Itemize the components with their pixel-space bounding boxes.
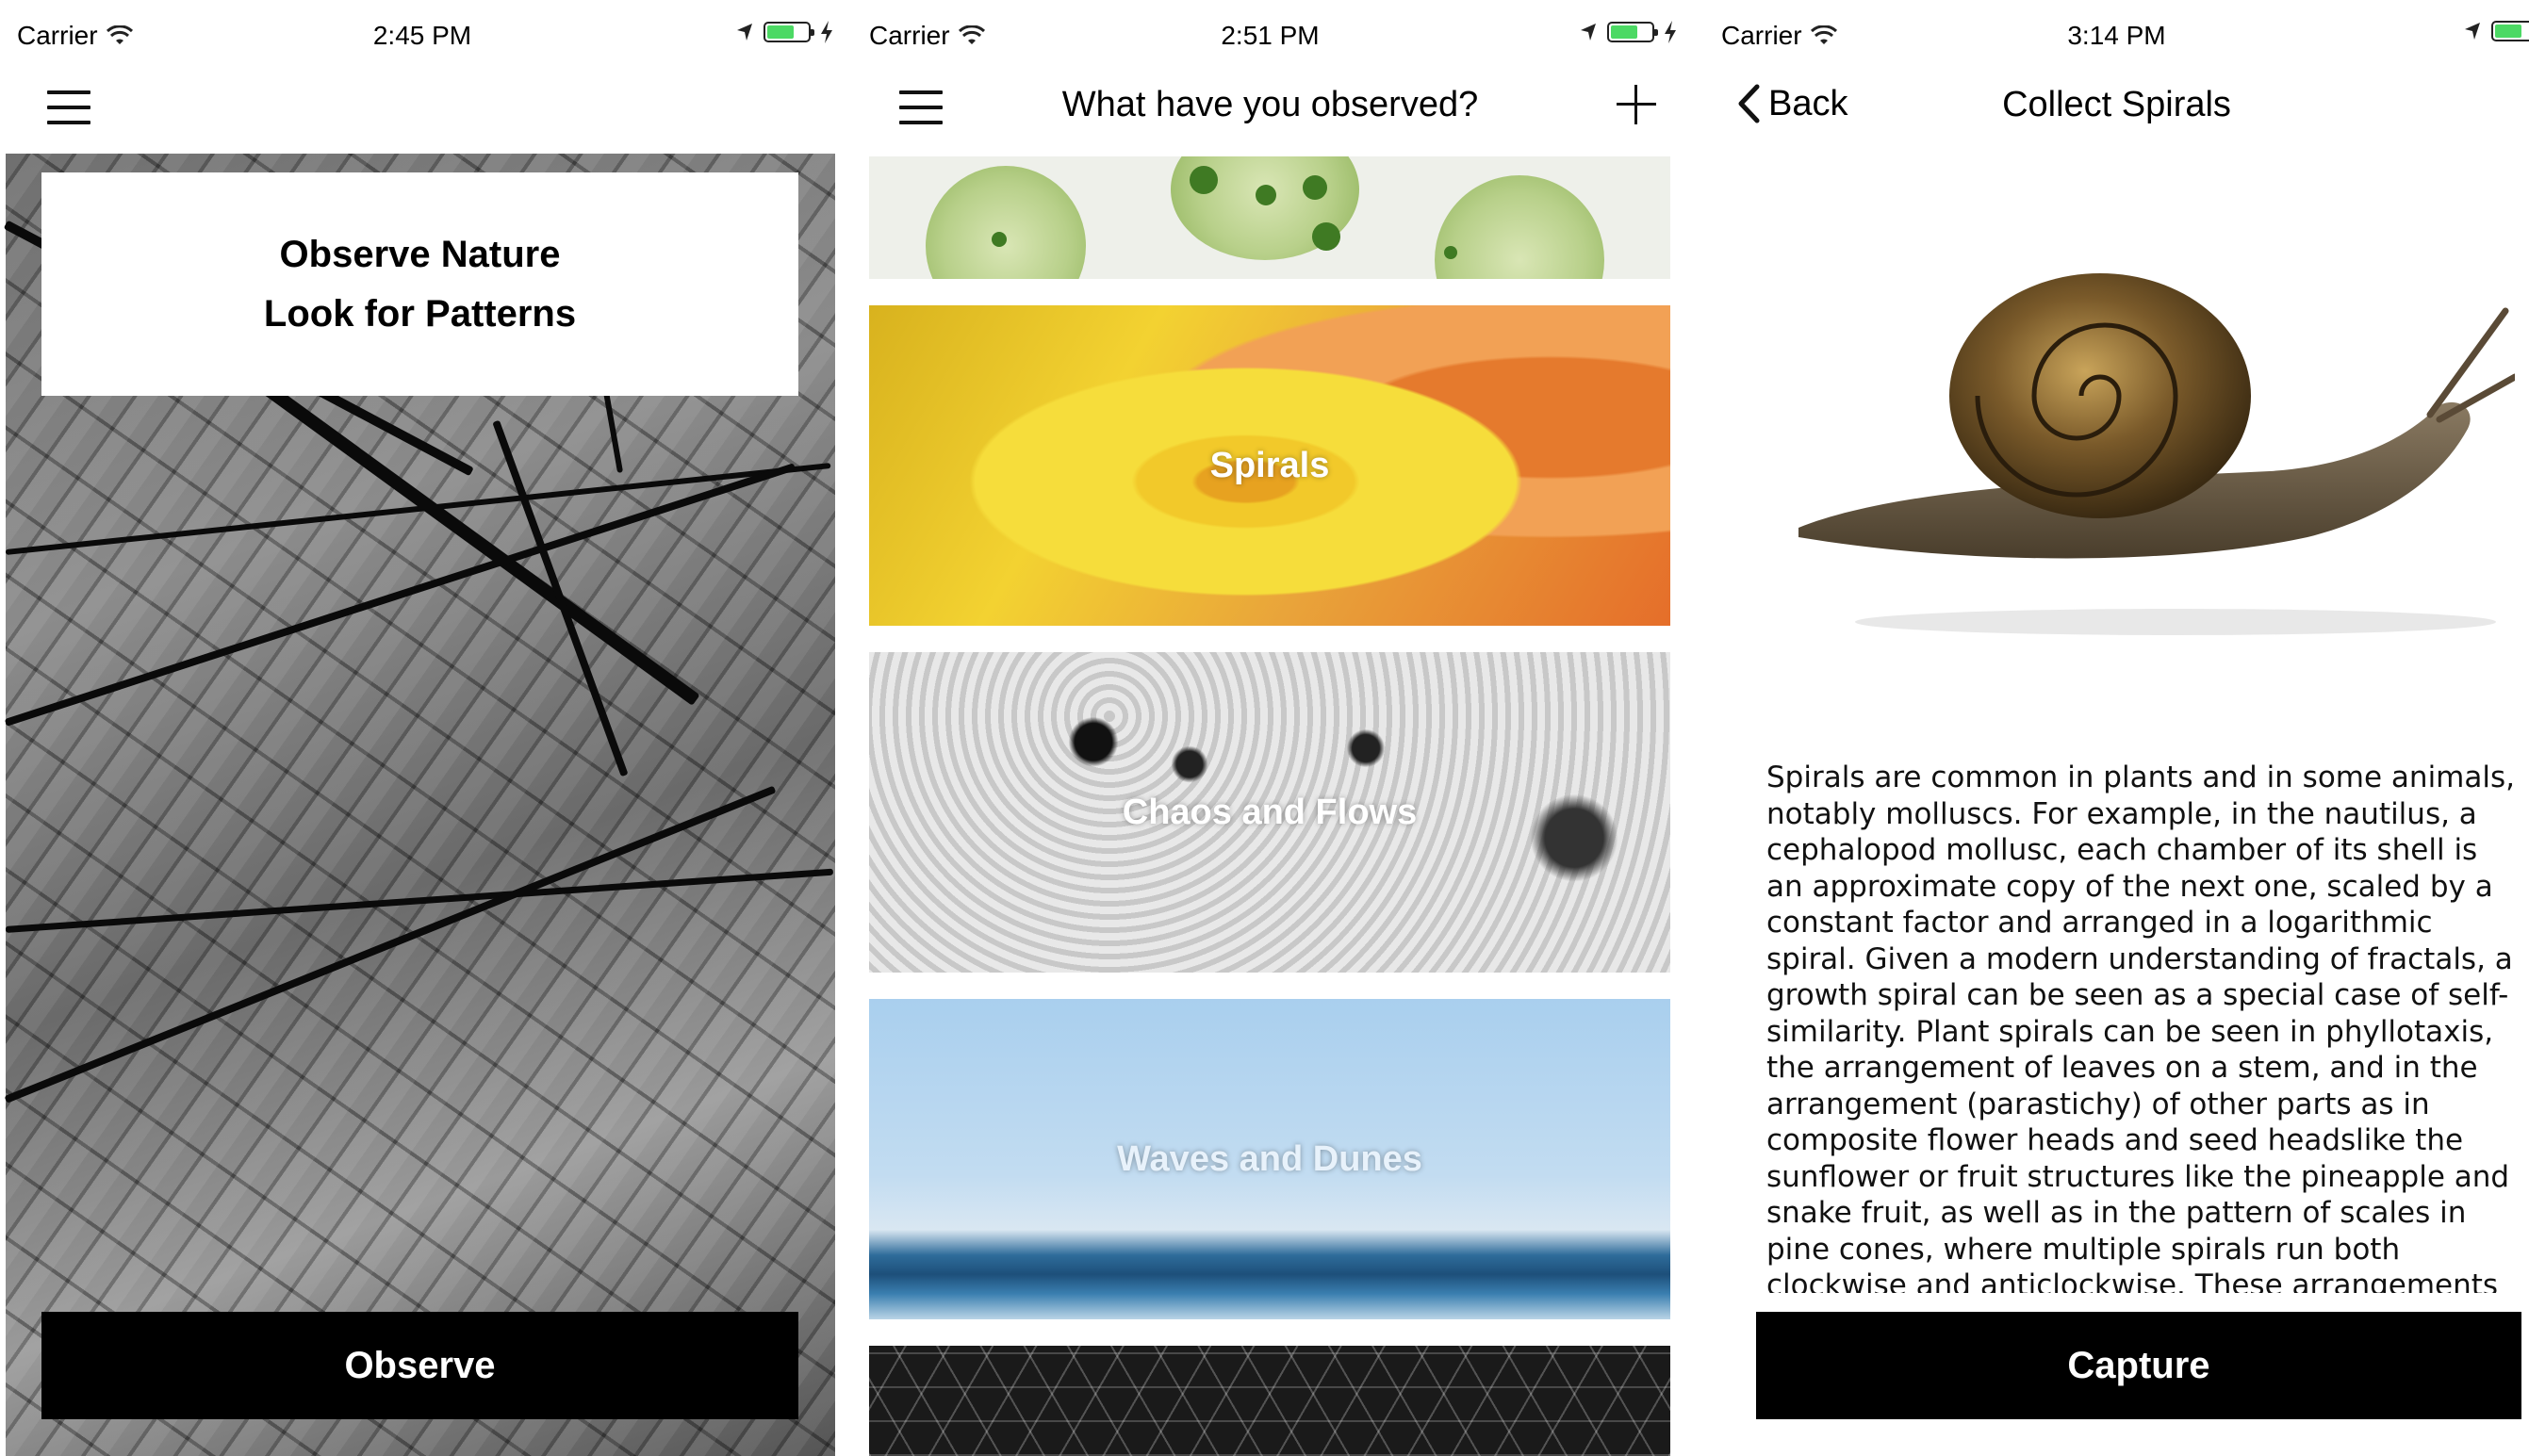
status-right-icons xyxy=(2463,21,2529,41)
page-title: What have you observed? xyxy=(1061,85,1479,124)
status-time: 3:14 PM xyxy=(2067,21,2166,50)
status-bar: Carrier 3:14 PM xyxy=(1704,17,2529,57)
status-right-icons xyxy=(1579,21,1677,43)
card-label: Waves and Dunes xyxy=(1117,1138,1422,1179)
nav-bar xyxy=(0,68,845,153)
intro-line-2: Look for Patterns xyxy=(263,292,577,335)
charging-bolt-icon xyxy=(1665,21,1676,43)
pattern-card-cells[interactable] xyxy=(869,156,1670,279)
home-screen: Carrier 2:45 PM Observe Nature Look for … xyxy=(0,0,845,1456)
snail-image xyxy=(1798,273,2515,635)
charging-bolt-icon xyxy=(821,21,832,43)
battery-icon xyxy=(1607,22,1658,42)
spirals-description: Spirals are common in plants and in some… xyxy=(1766,761,2515,1293)
battery-icon xyxy=(764,22,814,42)
status-bar: Carrier 2:45 PM xyxy=(0,17,845,57)
intro-card: Observe Nature Look for Patterns xyxy=(41,172,798,396)
plus-icon[interactable] xyxy=(1613,81,1660,128)
status-right-icons xyxy=(735,21,833,43)
card-label: Spirals xyxy=(1209,445,1330,485)
pattern-card-bubbles[interactable] xyxy=(869,1346,1670,1456)
intro-line-1: Observe Nature xyxy=(279,233,561,275)
battery-icon xyxy=(2491,21,2529,41)
location-arrow-icon xyxy=(737,24,752,41)
app-screenshots: Carrier 2:45 PM Observe Nature Look for … xyxy=(0,0,2529,1456)
observations-screen: Carrier 2:51 PM What have you observed? … xyxy=(852,0,1688,1456)
capture-button[interactable]: Capture xyxy=(1756,1312,2521,1419)
menu-icon[interactable] xyxy=(47,90,90,124)
page-title: Collect Spirals xyxy=(2002,85,2231,124)
location-arrow-icon xyxy=(1581,24,1596,41)
pattern-card-chaos-and-flows[interactable]: Chaos and Flows xyxy=(869,652,1670,973)
collect-spirals-screen: Carrier 3:14 PM Back Collect Spirals Spi… xyxy=(1704,0,2529,1456)
status-time: 2:51 PM xyxy=(1221,21,1320,50)
nav-bar: What have you observed? xyxy=(852,68,1688,153)
status-time: 2:45 PM xyxy=(372,21,472,50)
pattern-card-spirals[interactable]: Spirals xyxy=(869,305,1670,626)
status-bar: Carrier 2:51 PM xyxy=(852,17,1688,57)
location-arrow-icon xyxy=(2465,23,2480,40)
card-label: Chaos and Flows xyxy=(1122,792,1418,832)
observe-button[interactable]: Observe xyxy=(41,1312,798,1419)
nav-bar: Back Collect Spirals xyxy=(1704,68,2529,153)
pattern-card-waves-and-dunes[interactable]: Waves and Dunes xyxy=(869,999,1670,1319)
